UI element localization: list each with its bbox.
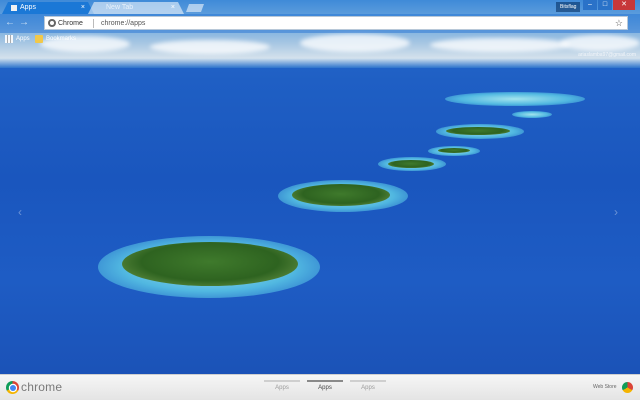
bookmark-label: Bookmarks bbox=[46, 36, 77, 42]
wallpaper: ‹ › bbox=[0, 0, 640, 400]
brand-label: chrome bbox=[21, 380, 63, 394]
web-store-icon[interactable] bbox=[622, 382, 633, 393]
page-tab-indicator bbox=[264, 380, 300, 382]
minimize-button[interactable]: – bbox=[583, 0, 597, 10]
close-tab-icon[interactable]: × bbox=[171, 2, 175, 14]
island bbox=[446, 127, 510, 135]
address-url[interactable]: chrome://apps bbox=[101, 18, 145, 29]
account-email[interactable]: ariaslamba97@gmail.com bbox=[578, 52, 636, 58]
chrome-logo-icon bbox=[6, 381, 19, 394]
page-tab-selected[interactable]: Apps bbox=[307, 378, 343, 391]
tab-label: Apps bbox=[20, 4, 36, 11]
page-tab-indicator bbox=[350, 380, 386, 382]
page-tab[interactable]: Apps bbox=[350, 378, 386, 391]
apps-grid-icon bbox=[5, 35, 13, 43]
chrome-page-icon bbox=[48, 19, 56, 27]
new-tab-button[interactable] bbox=[186, 4, 204, 12]
bookmark-apps[interactable]: Apps bbox=[5, 34, 30, 44]
bookmark-star-icon[interactable]: ☆ bbox=[615, 17, 623, 29]
maximize-button[interactable]: □ bbox=[598, 0, 612, 10]
page-tab-label: Apps bbox=[361, 385, 375, 391]
web-store-link[interactable]: Web Store bbox=[593, 384, 617, 390]
horizon bbox=[0, 58, 640, 68]
bookmark-label: Apps bbox=[16, 36, 30, 42]
tab-label: New Tab bbox=[106, 4, 134, 11]
reef bbox=[512, 111, 552, 118]
page-tab[interactable]: Apps bbox=[264, 378, 300, 391]
forward-arrow-icon[interactable]: → bbox=[18, 17, 30, 29]
address-chip: Chrome bbox=[58, 20, 83, 27]
address-bar[interactable]: Chrome chrome://apps ☆ bbox=[44, 16, 628, 30]
island bbox=[438, 148, 470, 153]
bookmark-folder[interactable]: Bookmarks bbox=[35, 34, 76, 44]
apps-tab-favicon-icon bbox=[11, 5, 17, 11]
page-tab-label: Apps bbox=[318, 385, 332, 391]
apps-page-footer: chrome Apps Apps Apps Web Store bbox=[0, 374, 640, 400]
island bbox=[122, 242, 298, 286]
tab-apps[interactable]: Apps × bbox=[2, 2, 94, 14]
back-arrow-icon[interactable]: ← bbox=[4, 17, 16, 29]
page-tab-label: Apps bbox=[275, 385, 289, 391]
divider bbox=[93, 19, 94, 28]
right-arrow-icon[interactable]: › bbox=[614, 205, 618, 219]
island bbox=[388, 160, 434, 168]
tab-new-tab[interactable]: New Tab × bbox=[88, 2, 184, 14]
tab-strip: Apps × New Tab × Bitsflag – □ ✕ bbox=[0, 0, 640, 14]
profile-button[interactable]: Bitsflag bbox=[556, 2, 581, 12]
page-tab-indicator bbox=[307, 380, 343, 382]
island bbox=[292, 184, 390, 206]
close-tab-icon[interactable]: × bbox=[81, 2, 85, 14]
folder-icon bbox=[35, 35, 43, 43]
reef bbox=[445, 92, 585, 106]
bookmarks-bar: Apps Bookmarks bbox=[0, 33, 640, 45]
left-arrow-icon[interactable]: ‹ bbox=[18, 205, 22, 219]
close-window-button[interactable]: ✕ bbox=[613, 0, 635, 10]
